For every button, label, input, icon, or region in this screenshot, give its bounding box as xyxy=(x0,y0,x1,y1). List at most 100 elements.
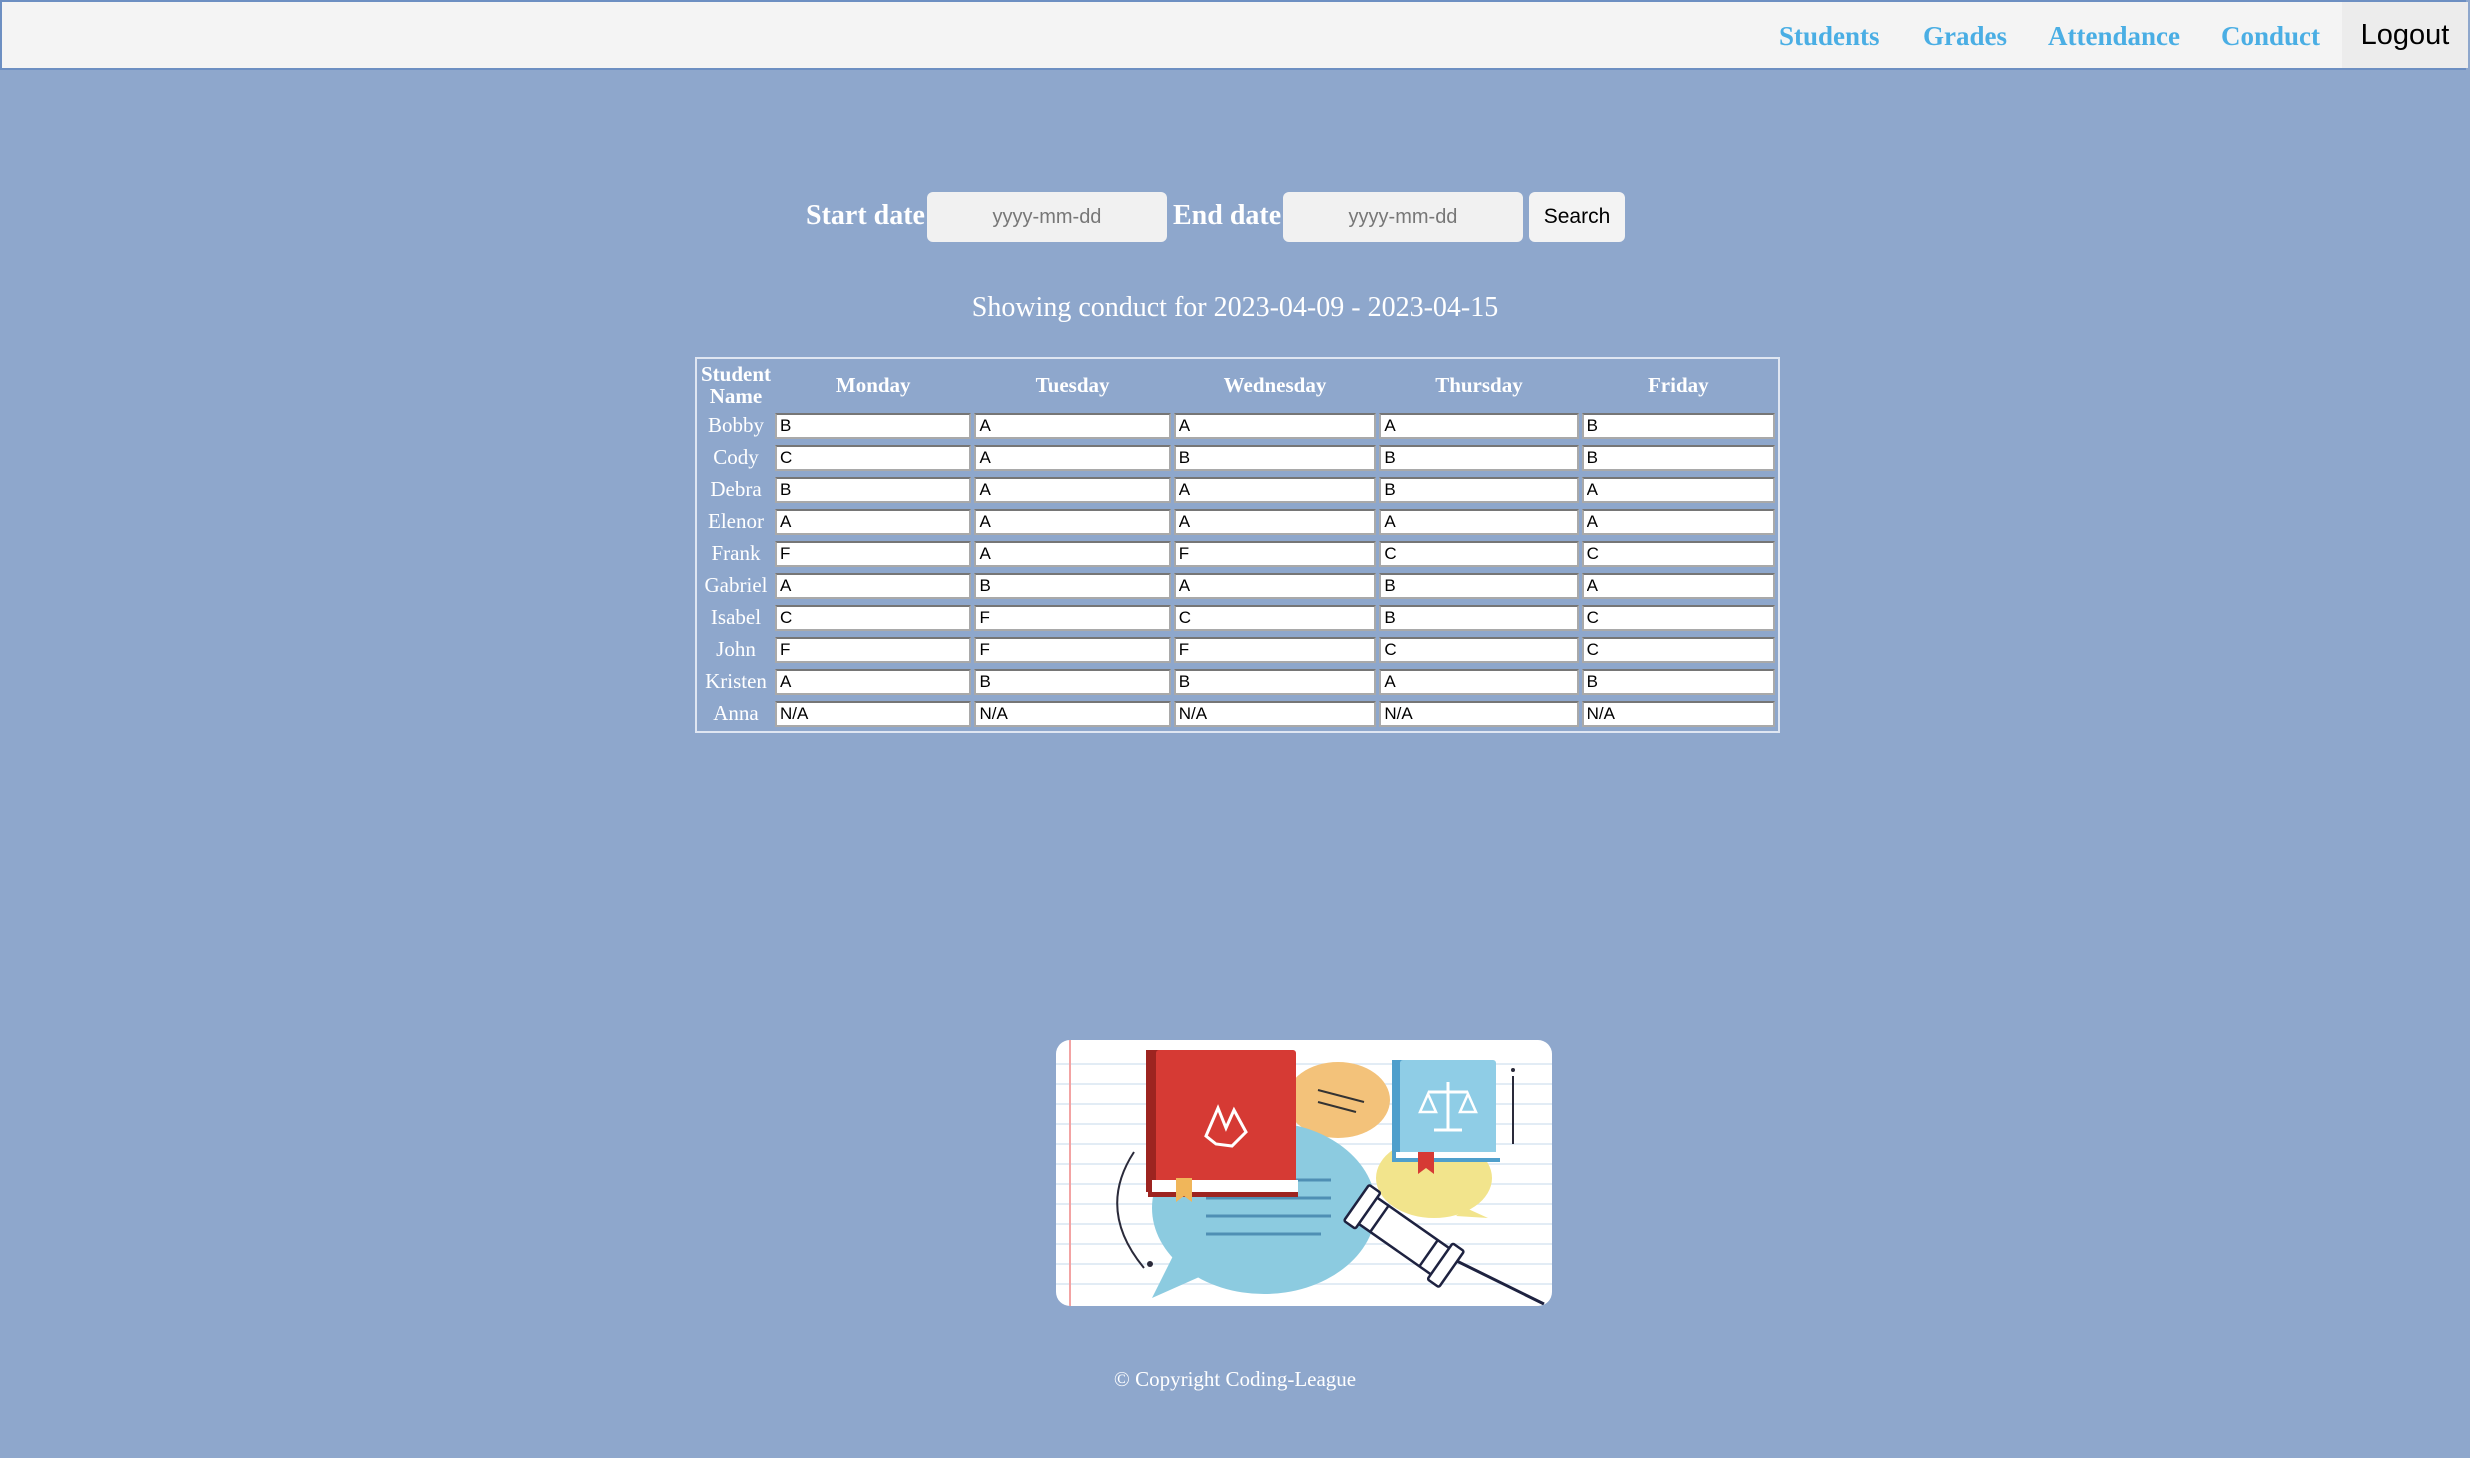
conduct-grade-input[interactable] xyxy=(974,572,1171,599)
conduct-grade-input[interactable] xyxy=(1581,412,1775,439)
conduct-grade-input[interactable] xyxy=(1379,668,1579,695)
conduct-grade-input[interactable] xyxy=(775,444,972,471)
conduct-grade-input[interactable] xyxy=(1379,540,1579,567)
conduct-grade-input[interactable] xyxy=(1173,636,1377,663)
table-row: Debra xyxy=(700,475,1775,504)
grade-cell-wednesday xyxy=(1173,635,1377,664)
grade-cell-friday xyxy=(1581,539,1775,568)
conduct-grade-input[interactable] xyxy=(775,412,972,439)
conduct-grade-input[interactable] xyxy=(775,700,972,727)
grade-cell-wednesday xyxy=(1173,411,1377,440)
conduct-grade-input[interactable] xyxy=(1173,700,1377,727)
conduct-grade-input[interactable] xyxy=(1173,444,1377,471)
nav-link-students[interactable]: Students xyxy=(1779,21,1880,52)
conduct-grade-input[interactable] xyxy=(974,508,1171,535)
column-header-student-name: Student Name xyxy=(700,362,772,408)
conduct-grade-input[interactable] xyxy=(974,636,1171,663)
conduct-grade-input[interactable] xyxy=(1581,636,1775,663)
grade-cell-friday xyxy=(1581,603,1775,632)
student-name-cell: Kristen xyxy=(705,669,767,693)
conduct-grade-input[interactable] xyxy=(1379,476,1579,503)
student-name-cell: Anna xyxy=(713,701,759,725)
showing-range-text: Showing conduct for 2023-04-09 - 2023-04… xyxy=(971,292,1499,323)
conduct-grade-input[interactable] xyxy=(1173,412,1377,439)
student-name-cell: Gabriel xyxy=(704,573,768,597)
conduct-grade-input[interactable] xyxy=(1173,540,1377,567)
end-date-input[interactable] xyxy=(1283,192,1523,242)
grade-cell-monday xyxy=(775,411,972,440)
conduct-grade-input[interactable] xyxy=(1379,444,1579,471)
conduct-grade-input[interactable] xyxy=(1581,476,1775,503)
conduct-grade-input[interactable] xyxy=(775,604,972,631)
conduct-grade-input[interactable] xyxy=(974,700,1171,727)
conduct-grade-input[interactable] xyxy=(1173,572,1377,599)
start-date-input[interactable] xyxy=(927,192,1167,242)
grade-cell-thursday xyxy=(1379,699,1579,728)
conduct-grade-input[interactable] xyxy=(974,604,1171,631)
grade-cell-thursday xyxy=(1379,539,1579,568)
grade-cell-thursday xyxy=(1379,571,1579,600)
conduct-grade-input[interactable] xyxy=(1173,508,1377,535)
grade-cell-monday xyxy=(775,507,972,536)
grade-cell-thursday xyxy=(1379,667,1579,696)
grade-cell-friday xyxy=(1581,475,1775,504)
conduct-grade-input[interactable] xyxy=(1581,540,1775,567)
conduct-grade-input[interactable] xyxy=(1379,700,1579,727)
grade-cell-tuesday xyxy=(974,699,1171,728)
table-row: Cody xyxy=(700,443,1775,472)
conduct-grade-input[interactable] xyxy=(1581,604,1775,631)
top-navbar: Students Grades Attendance Conduct Logou… xyxy=(0,0,2468,70)
grade-cell-friday xyxy=(1581,699,1775,728)
conduct-grade-input[interactable] xyxy=(1581,668,1775,695)
student-name-cell: Cody xyxy=(713,445,759,469)
conduct-grade-input[interactable] xyxy=(1173,668,1377,695)
grade-cell-thursday xyxy=(1379,411,1579,440)
grade-cell-friday xyxy=(1581,411,1775,440)
grade-cell-tuesday xyxy=(974,571,1171,600)
conduct-grade-input[interactable] xyxy=(1173,604,1377,631)
student-name-cell: John xyxy=(716,637,756,661)
grade-cell-monday xyxy=(775,635,972,664)
nav-link-conduct[interactable]: Conduct xyxy=(2221,21,2320,52)
conduct-grade-input[interactable] xyxy=(974,540,1171,567)
conduct-grade-input[interactable] xyxy=(974,412,1171,439)
column-header-friday: Friday xyxy=(1647,373,1709,397)
conduct-table: Student Name Monday Tuesday Wednesday Th… xyxy=(695,357,1780,733)
conduct-grade-input[interactable] xyxy=(974,476,1171,503)
conduct-grade-input[interactable] xyxy=(974,444,1171,471)
grade-cell-tuesday xyxy=(974,635,1171,664)
conduct-grade-input[interactable] xyxy=(1379,412,1579,439)
table-row: Gabriel xyxy=(700,571,1775,600)
student-name-cell: Bobby xyxy=(707,413,764,437)
conduct-grade-input[interactable] xyxy=(1379,572,1579,599)
conduct-grade-input[interactable] xyxy=(775,572,972,599)
footer-copyright: © Copyright Coding-League xyxy=(1113,1367,1357,1391)
grade-cell-thursday xyxy=(1379,443,1579,472)
grade-cell-thursday xyxy=(1379,603,1579,632)
conduct-grade-input[interactable] xyxy=(1581,508,1775,535)
logout-button[interactable]: Logout xyxy=(2342,2,2468,68)
grade-cell-monday xyxy=(775,539,972,568)
conduct-grade-input[interactable] xyxy=(1379,508,1579,535)
student-name-cell: Elenor xyxy=(708,509,764,533)
conduct-grade-input[interactable] xyxy=(1379,636,1579,663)
conduct-grade-input[interactable] xyxy=(775,540,972,567)
conduct-grade-input[interactable] xyxy=(974,668,1171,695)
conduct-grade-input[interactable] xyxy=(775,636,972,663)
column-header-thursday: Thursday xyxy=(1435,373,1523,397)
search-button[interactable]: Search xyxy=(1529,192,1625,242)
grade-cell-monday xyxy=(775,443,972,472)
table-row: Bobby xyxy=(700,411,1775,440)
book-icon xyxy=(1146,1050,1298,1202)
conduct-grade-input[interactable] xyxy=(1581,572,1775,599)
conduct-grade-input[interactable] xyxy=(775,668,972,695)
nav-link-grades[interactable]: Grades xyxy=(1923,21,2007,52)
conduct-grade-input[interactable] xyxy=(1581,444,1775,471)
grade-cell-tuesday xyxy=(974,475,1171,504)
conduct-grade-input[interactable] xyxy=(775,508,972,535)
nav-link-attendance[interactable]: Attendance xyxy=(2048,21,2180,52)
conduct-grade-input[interactable] xyxy=(1581,700,1775,727)
conduct-grade-input[interactable] xyxy=(775,476,972,503)
conduct-grade-input[interactable] xyxy=(1173,476,1377,503)
conduct-grade-input[interactable] xyxy=(1379,604,1579,631)
